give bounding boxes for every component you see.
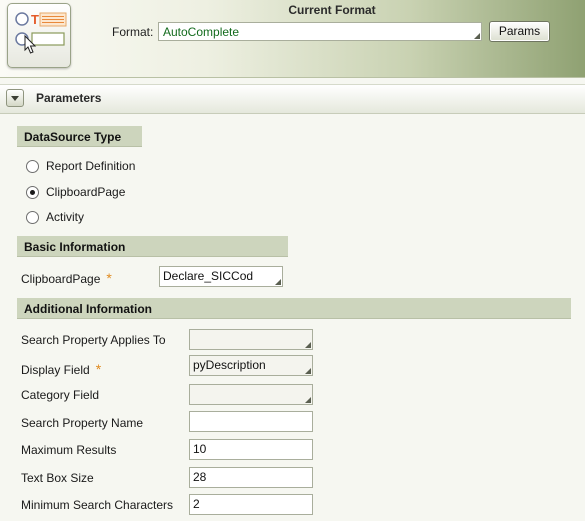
minimum-search-characters-label: Minimum Search Characters (21, 498, 174, 512)
dropdown-corner-icon (305, 342, 311, 348)
search-property-applies-to-label: Search Property Applies To (21, 333, 166, 347)
field-label-text: ClipboardPage (21, 272, 101, 286)
minimum-search-characters-input[interactable]: 2 (189, 494, 313, 515)
params-button[interactable]: Params (489, 21, 550, 42)
collapse-toggle-button[interactable] (6, 89, 24, 107)
dropdown-corner-icon (474, 33, 480, 39)
text-box-size-input[interactable]: 28 (189, 467, 313, 488)
format-selector-icon[interactable]: T (7, 3, 71, 68)
field-label-text: Display Field (21, 363, 90, 377)
autocomplete-corner-icon (275, 279, 281, 285)
clipboardpage-input[interactable]: Declare_SICCod (159, 266, 283, 287)
additional-information-header: Additional Information (17, 298, 571, 319)
radio-label: Activity (46, 210, 85, 224)
search-property-applies-to-input[interactable] (189, 329, 313, 350)
search-property-name-input[interactable] (189, 411, 313, 432)
current-format-title: Current Format (288, 3, 376, 17)
category-field-input[interactable] (189, 384, 313, 405)
clipboardpage-value: Declare_SICCod (163, 269, 254, 283)
radio-report-definition[interactable] (26, 160, 39, 173)
radio-clipboardpage[interactable] (26, 186, 39, 199)
text-box-size-label: Text Box Size (21, 471, 94, 485)
search-property-name-label: Search Property Name (21, 416, 144, 430)
radio-activity[interactable] (26, 211, 39, 224)
maximum-results-input[interactable]: 10 (189, 439, 313, 460)
maximum-results-label: Maximum Results (21, 443, 117, 457)
format-select-value: AutoComplete (163, 25, 240, 39)
radio-label: Report Definition (46, 159, 136, 173)
radio-textbox-pointer-icon: T (15, 12, 67, 54)
format-label: Format: (112, 25, 154, 39)
parameters-title: Parameters (36, 91, 102, 105)
required-star-icon: * (106, 270, 112, 286)
display-field-label: Display Field * (21, 361, 101, 377)
radio-label: ClipboardPage (46, 185, 126, 199)
dropdown-corner-icon (305, 397, 311, 403)
parameters-bar: Parameters (0, 84, 585, 114)
format-select[interactable]: AutoComplete (158, 22, 482, 41)
field-value: pyDescription (193, 358, 266, 372)
display-field-input[interactable]: pyDescription (189, 355, 313, 376)
chevron-down-icon (11, 96, 19, 101)
required-star-icon: * (95, 361, 102, 377)
datasource-type-header: DataSource Type (17, 126, 142, 147)
format-header: T Current Format Format: AutoComplete Pa… (0, 0, 585, 78)
basic-information-header: Basic Information (17, 236, 288, 257)
category-field-label: Category Field (21, 388, 100, 402)
svg-text:T: T (31, 12, 39, 27)
clipboardpage-label: ClipboardPage * (21, 270, 112, 286)
dropdown-corner-icon (305, 368, 311, 374)
